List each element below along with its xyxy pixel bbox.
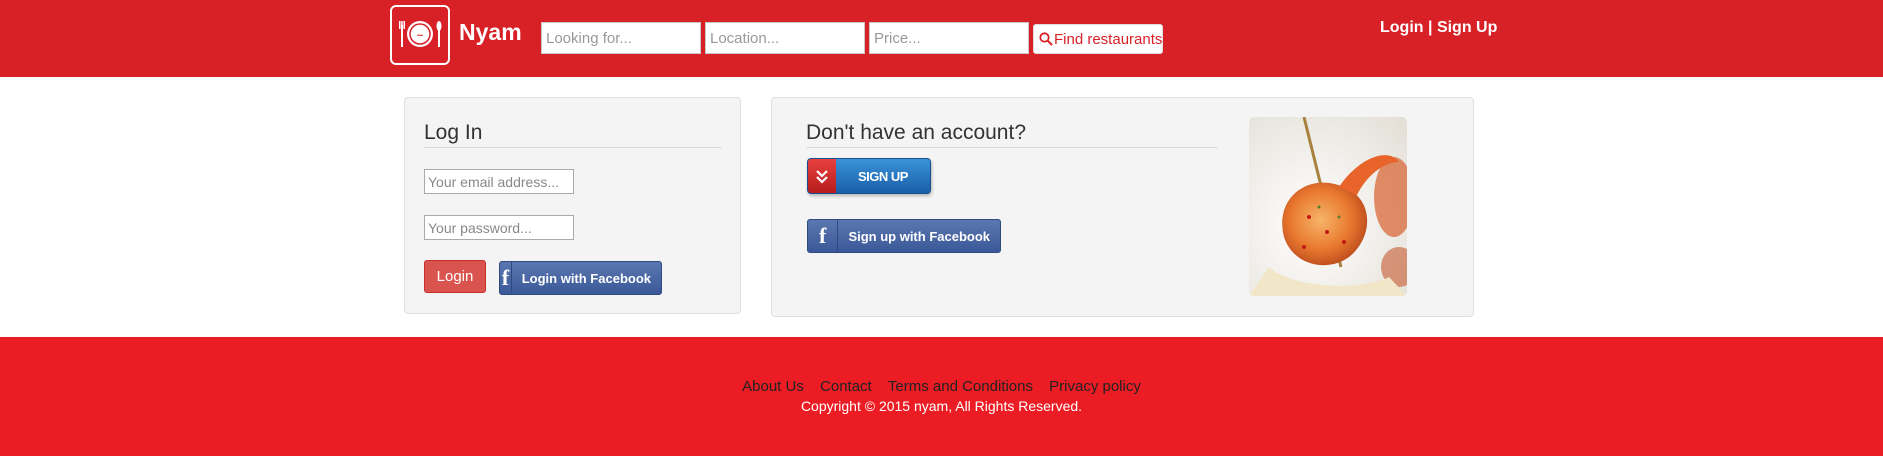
login-facebook-label: Login with Facebook [521, 270, 651, 286]
looking-for-input[interactable] [541, 22, 701, 54]
login-title: Log In [424, 121, 483, 144]
top-navbar: ~ Nyam Find restaurants Login | Sign Up [0, 0, 1883, 77]
brand-name[interactable]: Nyam [459, 19, 522, 46]
header-signup-link[interactable]: Sign Up [1437, 19, 1497, 36]
auth-separator: | [1428, 19, 1433, 36]
facebook-icon: f [500, 262, 512, 294]
copyright-text: Copyright © 2015 nyam, All Rights Reserv… [800, 398, 1083, 414]
login-facebook-button[interactable]: f Login with Facebook [499, 261, 662, 295]
email-field[interactable] [424, 169, 574, 194]
shrimp-food-photo [1249, 117, 1407, 296]
footer-link-privacy[interactable]: Privacy policy [1049, 378, 1141, 395]
login-button[interactable]: Login [424, 260, 486, 293]
signup-button[interactable]: SIGN UP [807, 158, 931, 194]
signup-button-label: SIGN UP [858, 168, 908, 184]
find-restaurants-label: Find restaurants [1054, 30, 1163, 48]
double-chevron-down-icon [808, 159, 836, 193]
price-input[interactable] [869, 22, 1029, 54]
svg-text:~: ~ [416, 31, 424, 41]
login-divider [424, 147, 722, 148]
footer-link-contact[interactable]: Contact [820, 378, 872, 395]
logo-icon[interactable]: ~ [390, 5, 450, 65]
auth-links: Login | Sign Up [1380, 19, 1497, 37]
signup-facebook-button[interactable]: f Sign up with Facebook [807, 219, 1001, 253]
signup-title: Don't have an account? [806, 121, 1026, 144]
signup-panel: Don't have an account? SIGN UP f Sign up… [771, 97, 1474, 317]
search-icon [1039, 32, 1053, 46]
footer: About Us Contact Terms and Conditions Pr… [0, 337, 1883, 456]
find-restaurants-button[interactable]: Find restaurants [1033, 24, 1163, 54]
footer-link-about[interactable]: About Us [742, 378, 804, 395]
footer-link-terms[interactable]: Terms and Conditions [888, 378, 1033, 395]
location-input[interactable] [705, 22, 865, 54]
header-login-link[interactable]: Login [1380, 19, 1424, 36]
facebook-icon: f [808, 220, 839, 252]
login-panel: Log In Login f Login with Facebook [404, 97, 741, 314]
signup-facebook-label: Sign up with Facebook [848, 228, 990, 244]
signup-divider [806, 147, 1218, 148]
password-field[interactable] [424, 215, 574, 240]
footer-links: About Us Contact Terms and Conditions Pr… [0, 378, 1883, 395]
